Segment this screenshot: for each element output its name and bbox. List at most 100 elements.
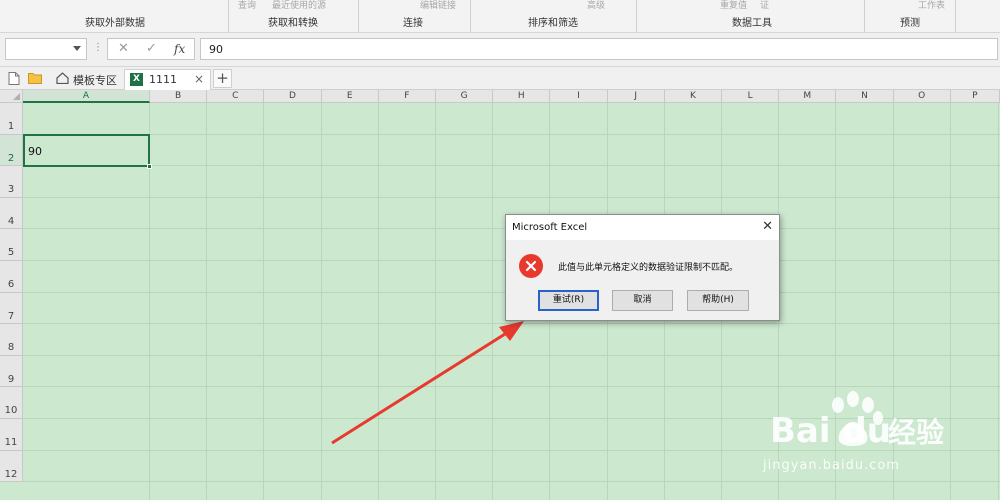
chevron-down-icon[interactable]: [73, 46, 81, 51]
validation-button[interactable]: 证: [760, 0, 769, 11]
drag-handle-icon[interactable]: ⋮: [93, 42, 103, 53]
row-header-9[interactable]: 9: [0, 355, 23, 388]
row-header-2[interactable]: 2: [0, 134, 23, 167]
group-divider: [228, 0, 229, 32]
column-header-g[interactable]: G: [436, 90, 494, 103]
cell-a2[interactable]: 90: [23, 134, 152, 169]
watermark-url: jingyan.baidu.com: [763, 458, 900, 473]
gridline-horizontal: [23, 449, 1000, 451]
group-data-tools: 数据工具: [732, 18, 772, 29]
group-forecast: 预测: [900, 18, 920, 29]
group-sort-filter: 排序和筛选: [528, 18, 578, 29]
add-tab-button[interactable]: +: [213, 69, 232, 88]
column-header-o[interactable]: O: [893, 90, 951, 103]
column-header-h[interactable]: H: [493, 90, 551, 103]
group-divider: [470, 0, 471, 32]
row-header-7[interactable]: 7: [0, 292, 23, 325]
retry-button[interactable]: 重试(R): [538, 290, 599, 311]
tab-bar: 模板专区 X 1111 × +: [0, 67, 1000, 90]
name-box[interactable]: [5, 38, 87, 60]
column-header-j[interactable]: J: [607, 90, 665, 103]
gridline-vertical: [998, 103, 999, 500]
gridline-horizontal: [23, 133, 1000, 135]
gridline-vertical: [835, 103, 837, 500]
gridline-horizontal: [23, 418, 1000, 419]
row-header-3[interactable]: 3: [0, 166, 23, 198]
insert-function-icon[interactable]: fx: [174, 42, 185, 56]
formula-bar: ⋮ ✕ ✓ fx 90: [0, 33, 1000, 67]
group-get-external-data: 获取外部数据: [85, 18, 145, 29]
group-divider: [636, 0, 637, 32]
column-header-l[interactable]: L: [722, 90, 780, 103]
worksheet-button[interactable]: 工作表: [918, 0, 945, 11]
home-icon: [56, 72, 69, 84]
column-header-m[interactable]: M: [779, 90, 837, 103]
column-header-c[interactable]: C: [207, 90, 265, 103]
new-file-icon[interactable]: [8, 72, 20, 85]
formula-input[interactable]: 90: [200, 38, 998, 60]
row-header-5[interactable]: 5: [0, 229, 23, 261]
row-header-10[interactable]: 10: [0, 387, 23, 419]
row-header-1[interactable]: 1: [0, 103, 23, 135]
gridline-vertical: [492, 103, 494, 500]
error-dialog: Microsoft Excel ✕ 此值与此单元格定义的数据验证限制不匹配。 重…: [505, 214, 780, 321]
column-header-f[interactable]: F: [378, 90, 436, 103]
dialog-titlebar: Microsoft Excel ✕: [506, 215, 779, 240]
tab-templates-label: 模板专区: [73, 74, 117, 87]
column-header-a[interactable]: A: [23, 90, 150, 103]
gridline-horizontal: [23, 386, 1000, 388]
select-all-corner[interactable]: [0, 90, 23, 103]
gridline-vertical: [206, 103, 208, 500]
query-button[interactable]: 查询: [238, 0, 256, 11]
group-divider: [864, 0, 865, 32]
column-header-p[interactable]: P: [950, 90, 1000, 103]
open-folder-icon[interactable]: [28, 72, 42, 84]
tab-templates[interactable]: 模板专区: [50, 69, 122, 90]
column-header-d[interactable]: D: [264, 90, 322, 103]
spreadsheet-grid[interactable]: ABCDEFGHIJKLMNOP 1 2 3 4 5 6 7 8 9 10 11 12 90: [0, 90, 1000, 500]
help-button[interactable]: 帮助(H): [687, 290, 749, 311]
gridline-horizontal: [23, 165, 1000, 167]
gridline-horizontal: [23, 481, 1000, 483]
close-icon[interactable]: ×: [194, 72, 204, 86]
close-icon[interactable]: ✕: [762, 219, 773, 234]
tab-file-label: 1111: [149, 73, 177, 86]
recent-sources-button[interactable]: 最近使用的源: [272, 0, 326, 11]
ribbon: 查询 最近使用的源 编辑链接 高级 重复值 证 工作表 获取外部数据 获取和转换…: [0, 0, 1000, 33]
cancel-button[interactable]: 取消: [612, 290, 673, 311]
enter-entry-icon[interactable]: ✓: [146, 41, 157, 56]
edit-links-button[interactable]: 编辑链接: [420, 0, 456, 11]
gridline-horizontal: [23, 196, 1000, 198]
gridline-vertical: [892, 103, 894, 500]
group-connections: 连接: [403, 18, 423, 29]
fill-handle[interactable]: [147, 164, 152, 169]
cancel-entry-icon[interactable]: ✕: [118, 41, 129, 56]
group-divider: [358, 0, 359, 32]
column-header-e[interactable]: E: [321, 90, 379, 103]
cell-a2-value: 90: [28, 145, 42, 158]
select-all-icon: [13, 93, 20, 100]
row-header-4[interactable]: 4: [0, 197, 23, 230]
row-header-8[interactable]: 8: [0, 324, 23, 356]
excel-icon: X: [130, 73, 143, 86]
gridline-vertical: [320, 103, 322, 500]
column-header-k[interactable]: K: [664, 90, 722, 103]
group-divider: [955, 0, 956, 32]
row-header-6[interactable]: 6: [0, 261, 23, 293]
column-header-b[interactable]: B: [150, 90, 208, 103]
duplicates-button[interactable]: 重复值: [720, 0, 747, 11]
error-icon: [519, 254, 543, 278]
gridline-horizontal: [23, 323, 1000, 325]
row-header-11[interactable]: 11: [0, 419, 23, 451]
gridline-vertical: [949, 103, 951, 500]
tab-file-1111[interactable]: X 1111 ×: [124, 69, 211, 90]
gridline-vertical: [377, 103, 379, 500]
advanced-button[interactable]: 高级: [587, 0, 605, 11]
column-header-i[interactable]: I: [550, 90, 608, 103]
group-get-transform: 获取和转换: [268, 18, 318, 29]
formula-buttons: ✕ ✓ fx: [107, 38, 195, 60]
row-header-12[interactable]: 12: [0, 450, 23, 483]
gridline-vertical: [435, 103, 436, 500]
gridline-horizontal: [23, 354, 1000, 356]
column-header-n[interactable]: N: [836, 90, 894, 103]
